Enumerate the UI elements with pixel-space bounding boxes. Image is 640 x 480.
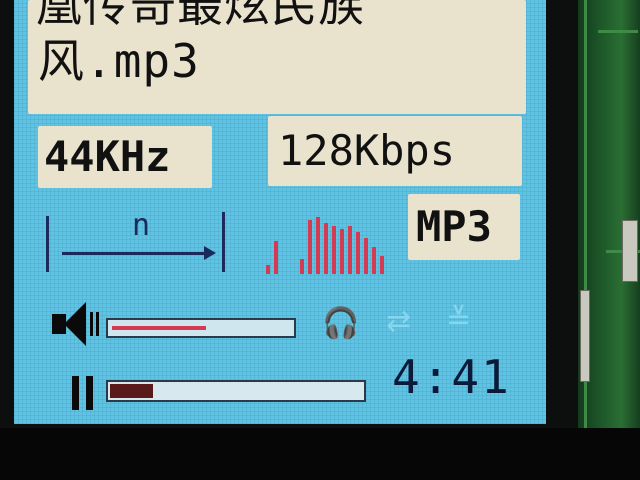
mode-arrow-line xyxy=(62,252,208,255)
lcd-screen: 凰传奇最炫民族 风.mp3 44KHz 128Kbps MP3 n 🎧 ⇄ ≚ … xyxy=(14,0,546,424)
play-mode-indicator: n xyxy=(46,208,226,276)
progress-fill xyxy=(110,384,153,398)
format-label: MP3 xyxy=(408,194,520,260)
circuit-board xyxy=(578,0,640,480)
eq-bar xyxy=(364,238,368,274)
pcb-trace xyxy=(584,0,587,480)
track-title-line1: 凰传奇最炫民族 xyxy=(36,0,365,32)
eq-bar xyxy=(274,241,278,274)
mode-bar-right xyxy=(222,212,225,272)
eq-bar xyxy=(316,217,320,274)
eq-mode-icon: ≚ xyxy=(446,302,472,337)
pause-bar xyxy=(72,376,79,410)
speaker-cone xyxy=(64,302,86,346)
eq-bar xyxy=(332,226,336,274)
eq-bar xyxy=(356,232,360,274)
eq-bar xyxy=(380,256,384,274)
progress-bar[interactable] xyxy=(106,380,366,402)
mode-arrow-icon xyxy=(204,246,216,260)
eq-bar xyxy=(348,226,352,274)
pcb-connector xyxy=(622,220,638,282)
volume-slider[interactable] xyxy=(106,318,296,338)
speaker-icon xyxy=(52,300,108,350)
sample-rate-label: 44KHz xyxy=(38,126,212,188)
bitrate-label: 128Kbps xyxy=(268,116,522,186)
device-bezel xyxy=(0,428,640,480)
speaker-wave xyxy=(96,312,99,336)
eq-bar xyxy=(300,259,304,274)
track-time: 4:41 xyxy=(392,350,511,404)
speaker-wave xyxy=(90,312,93,336)
eq-bar xyxy=(324,223,328,274)
eq-bar xyxy=(266,265,270,274)
pcb-trace xyxy=(598,30,638,33)
headphones-icon: 🎧 xyxy=(322,306,360,341)
eq-bar xyxy=(340,229,344,274)
track-title-box: 凰传奇最炫民族 风.mp3 xyxy=(28,0,526,114)
pause-icon[interactable] xyxy=(72,376,100,410)
volume-fill xyxy=(112,326,206,330)
pcb-side-button xyxy=(580,290,590,382)
eq-bar xyxy=(372,247,376,274)
track-title-line2: 风.mp3 xyxy=(38,34,200,88)
pause-bar xyxy=(86,376,93,410)
eq-bar xyxy=(308,220,312,274)
mode-label: n xyxy=(132,208,151,243)
mode-bar-left xyxy=(46,216,49,272)
repeat-icon: ⇄ xyxy=(386,304,412,339)
equalizer-visualizer xyxy=(248,210,418,274)
